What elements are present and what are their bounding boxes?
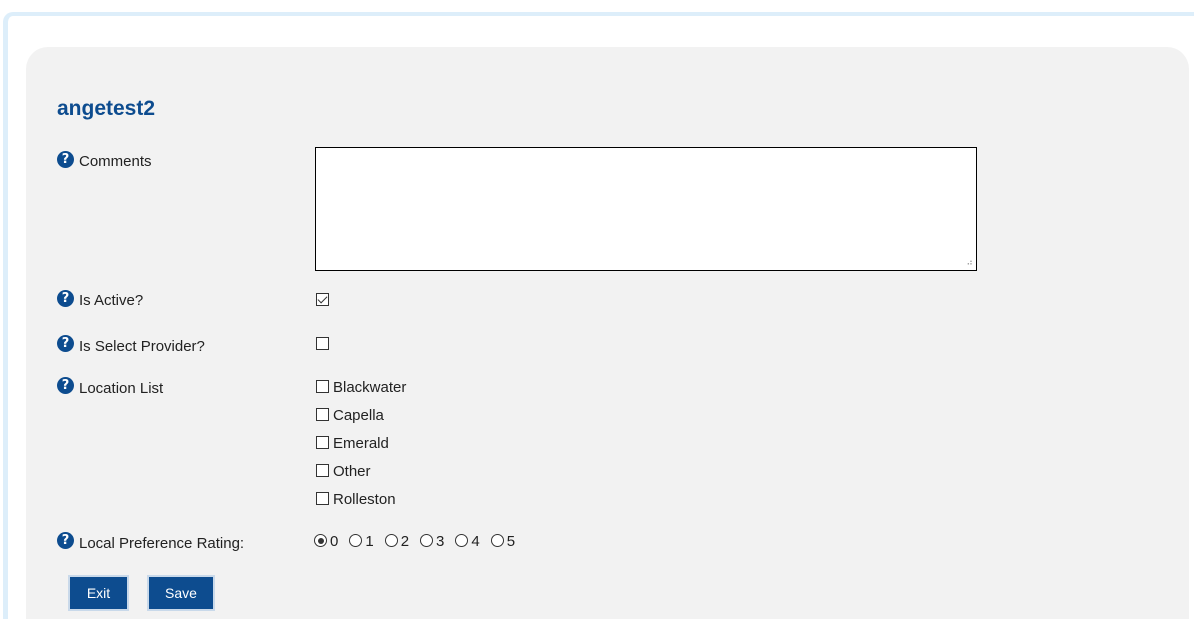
comments-textarea[interactable] xyxy=(315,147,977,271)
comments-label: Comments xyxy=(79,153,152,170)
rating-option-5[interactable]: 5 xyxy=(490,533,516,553)
rating-option-label: 1 xyxy=(365,533,374,551)
rating-option-3[interactable]: 3 xyxy=(420,533,444,553)
radio-button[interactable] xyxy=(384,534,398,548)
location-option-label: Blackwater xyxy=(333,379,407,396)
location-option-label: Capella xyxy=(333,407,384,424)
location-checkbox[interactable] xyxy=(316,464,329,477)
exit-button[interactable]: Exit xyxy=(70,577,127,609)
location-checkbox[interactable] xyxy=(316,408,329,421)
location-option-label: Rolleston xyxy=(333,491,396,508)
radio-button[interactable] xyxy=(420,534,434,548)
save-button[interactable]: Save xyxy=(149,577,213,609)
help-icon[interactable]: ? xyxy=(57,377,74,394)
location-option-label: Emerald xyxy=(333,435,389,452)
is-active-label: Is Active? xyxy=(79,292,144,309)
local-preference-rating-label: Local Preference Rating: xyxy=(79,535,245,552)
location-list-label: Location List xyxy=(79,380,164,397)
help-icon[interactable]: ? xyxy=(57,151,74,168)
is-select-provider-label: Is Select Provider? xyxy=(79,338,205,355)
radio-button[interactable] xyxy=(349,534,363,548)
help-icon[interactable]: ? xyxy=(57,532,74,549)
help-icon[interactable]: ? xyxy=(57,290,74,307)
local-preference-rating-radio-group: 0 1 2 3 4 5 xyxy=(314,533,526,553)
rating-option-label: 0 xyxy=(330,533,339,551)
location-checkbox[interactable] xyxy=(316,492,329,505)
rating-option-label: 3 xyxy=(436,533,445,551)
help-icon[interactable]: ? xyxy=(57,335,74,352)
rating-option-1[interactable]: 1 xyxy=(349,533,374,553)
rating-option-label: 2 xyxy=(400,533,410,551)
radio-button[interactable] xyxy=(490,534,504,548)
location-option-label: Other xyxy=(333,463,371,480)
radio-button[interactable] xyxy=(455,534,469,548)
rating-option-0[interactable]: 0 xyxy=(314,533,338,553)
is-select-provider-checkbox[interactable] xyxy=(316,337,329,350)
rating-option-2[interactable]: 2 xyxy=(384,533,410,553)
radio-button[interactable] xyxy=(314,534,327,548)
location-checkbox[interactable] xyxy=(316,380,329,393)
form-panel xyxy=(26,47,1189,619)
resize-grip-icon[interactable]: ⠴ xyxy=(961,256,973,268)
rating-option-label: 5 xyxy=(506,533,516,551)
page-title: angetest2 xyxy=(57,97,156,120)
rating-option-label: 4 xyxy=(471,533,480,551)
rating-option-4[interactable]: 4 xyxy=(455,533,480,553)
location-checkbox[interactable] xyxy=(316,436,329,449)
is-active-checkbox[interactable] xyxy=(316,293,329,306)
